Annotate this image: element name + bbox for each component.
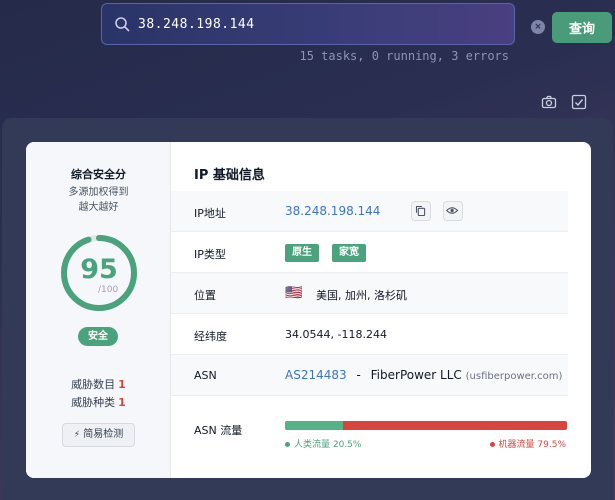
threat-count-value: 1: [118, 378, 126, 391]
row-asn-traffic: ASN 流量 人类流量 20.5% 机器流量 79.5%: [171, 396, 568, 456]
asn-domain: (usfiberpower.com): [465, 371, 563, 382]
checkbox-icon[interactable]: [571, 94, 587, 110]
bot-traffic-legend: 机器流量 79.5%: [489, 437, 566, 450]
coords-label: 经纬度: [194, 330, 227, 343]
score-subtitle-2: 越大越好: [78, 202, 119, 213]
clear-icon[interactable]: ×: [531, 20, 545, 34]
camera-icon[interactable]: [541, 94, 557, 110]
simple-check-label: 简易检测: [83, 429, 124, 440]
location-label: 位置: [194, 289, 216, 302]
coords-value: 34.0544, -118.244: [285, 328, 387, 341]
search-bar: × 查询: [101, 3, 612, 45]
tag-residential: 家宽: [332, 244, 366, 262]
us-flag-icon: 🇺🇸: [285, 285, 303, 301]
threat-count: 威胁数目 1: [26, 376, 171, 392]
view-button[interactable]: [443, 201, 463, 221]
asn-label: ASN: [194, 369, 217, 382]
ip-value[interactable]: 38.248.198.144: [285, 204, 380, 218]
task-status: 15 tasks, 0 running, 3 errors: [299, 49, 509, 63]
search-icon: [115, 17, 130, 32]
copy-button[interactable]: [411, 201, 431, 221]
info-title: IP 基础信息: [194, 168, 265, 183]
human-traffic-label: 人类流量 20.5%: [294, 440, 362, 450]
human-dot-icon: [285, 442, 290, 447]
search-input[interactable]: [138, 12, 423, 36]
eye-icon: [445, 207, 459, 214]
type-label: IP类型: [194, 248, 226, 261]
query-button[interactable]: 查询: [552, 12, 612, 43]
simple-check-button[interactable]: ⚡ 简易检测: [62, 423, 135, 447]
traffic-bar: [285, 421, 567, 430]
bot-traffic-label: 机器流量 79.5%: [498, 440, 566, 450]
score-max: /100: [98, 285, 119, 295]
row-asn: ASN AS214483 - FiberPower LLC (usfiberpo…: [171, 355, 568, 396]
lightning-icon: ⚡: [73, 430, 81, 440]
tag-native: 原生: [285, 244, 319, 262]
row-ip-address: IP地址 38.248.198.144: [171, 191, 568, 232]
bot-dot-icon: [489, 442, 495, 447]
threat-types-label: 威胁种类: [71, 396, 116, 409]
threat-types: 威胁种类 1: [26, 394, 171, 410]
row-coordinates: 经纬度 34.0544, -118.244: [171, 314, 568, 355]
score-subtitle-1: 多源加权得到: [68, 187, 129, 198]
human-traffic-legend: 人类流量 20.5%: [285, 437, 361, 450]
asn-separator: -: [356, 368, 361, 382]
score-panel: 综合安全分 多源加权得到 越大越好 95 /100 安全 威胁数目 1 威胁种类 1…: [26, 142, 171, 478]
score-value: 95: [80, 254, 118, 285]
row-ip-type: IP类型 原生 家宽: [171, 232, 568, 273]
traffic-human-segment: [285, 421, 343, 430]
threat-count-label: 威胁数目: [71, 378, 116, 391]
copy-icon: [415, 205, 426, 217]
score-title: 综合安全分: [71, 168, 126, 181]
asn-info: AS214483 - FiberPower LLC (usfiberpower.…: [285, 368, 562, 382]
safe-badge: 安全: [78, 327, 118, 346]
asn-link[interactable]: AS214483: [285, 368, 347, 382]
location-value: 美国, 加州, 洛杉矶: [316, 289, 407, 302]
threat-types-value: 1: [118, 396, 126, 409]
traffic-label: ASN 流量: [194, 424, 243, 437]
asn-org: FiberPower LLC: [370, 368, 462, 382]
ip-info-card: 综合安全分 多源加权得到 越大越好 95 /100 安全 威胁数目 1 威胁种类 1…: [26, 142, 591, 478]
ip-label: IP地址: [194, 207, 226, 220]
row-location: 位置 🇺🇸 美国, 加州, 洛杉矶: [171, 273, 568, 314]
